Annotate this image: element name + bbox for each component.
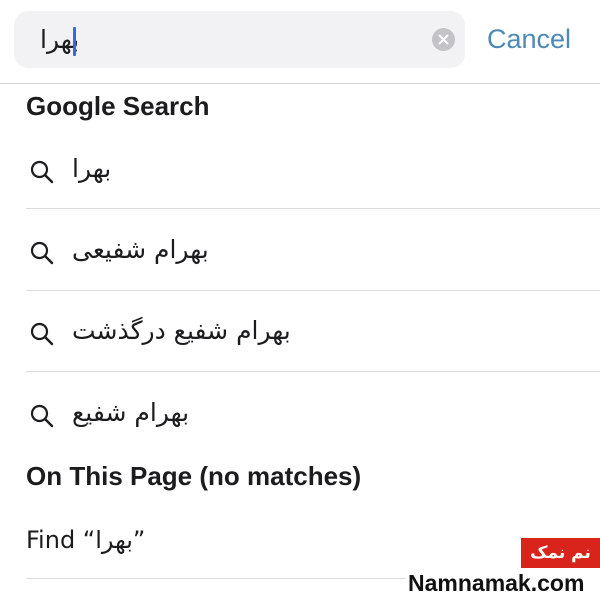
search-icon (30, 322, 54, 346)
suggestion-row[interactable]: بهرا (0, 130, 600, 210)
find-on-page-label: Find “بهرا” (26, 526, 146, 554)
text-caret (73, 27, 76, 56)
watermark-badge: نم نمک (521, 538, 600, 568)
suggestion-label: بهرام شفیعی (72, 235, 209, 264)
row-divider (26, 208, 600, 209)
row-divider (26, 371, 600, 372)
google-search-header: Google Search (26, 91, 210, 121)
suggestion-label: بهرا (72, 154, 112, 183)
row-divider (26, 578, 406, 579)
watermark-site: Namnamak.com (408, 570, 585, 596)
row-divider (26, 290, 600, 291)
suggestion-label: بهرام شفیع درگذشت (72, 316, 291, 345)
suggestion-row[interactable]: بهرام شفیع درگذشت (0, 292, 600, 372)
clear-circle-icon[interactable] (432, 28, 455, 51)
find-on-page-row[interactable]: Find “بهرا” (0, 510, 600, 570)
search-icon (30, 241, 54, 265)
search-field[interactable] (14, 11, 465, 68)
header-divider (0, 83, 600, 84)
suggestion-row[interactable]: بهرام شفیعی (0, 211, 600, 291)
search-input[interactable] (40, 21, 420, 57)
search-icon (30, 404, 54, 428)
suggestion-row[interactable]: بهرام شفیع (0, 374, 600, 454)
cancel-button[interactable]: Cancel (487, 19, 571, 59)
on-this-page-header: On This Page (no matches) (26, 461, 362, 491)
search-icon (30, 160, 54, 184)
suggestion-label: بهرام شفیع (72, 398, 190, 427)
